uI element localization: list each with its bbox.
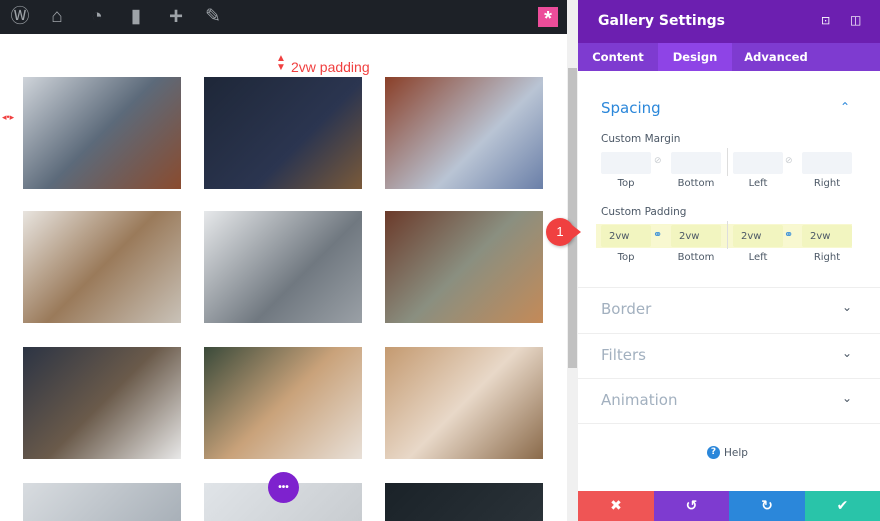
save-button[interactable]: ✔ (805, 491, 880, 521)
horizontal-arrow-icon: ◂•▸ (2, 112, 15, 122)
admin-toolbar: Ⓦ ⌂ ◔ ▮ + ✎ * (0, 0, 567, 34)
dashboard-icon[interactable]: ◔ (86, 6, 108, 28)
side-label: Right (813, 252, 841, 263)
fullscreen-icon[interactable]: ⊡ (821, 14, 830, 27)
padding-bottom-input[interactable]: 2vw (671, 225, 721, 247)
badge-arrow (572, 225, 581, 239)
help-icon[interactable]: ? (707, 446, 720, 459)
gallery-image[interactable] (385, 347, 543, 459)
side-label: Top (617, 252, 635, 263)
section-title: Animation (601, 391, 678, 409)
help-link[interactable]: Help (724, 447, 748, 459)
divider (727, 148, 728, 176)
chevron-down-icon: ⌄ (841, 300, 852, 314)
cancel-button[interactable]: ✖ (578, 491, 654, 521)
section-animation[interactable]: Animation ⌄ (578, 378, 880, 424)
link-icon[interactable]: ⚭ (784, 228, 793, 241)
scrollbar-thumb[interactable] (568, 68, 577, 368)
gallery-image[interactable] (204, 211, 362, 323)
plus-icon[interactable]: + (165, 5, 187, 29)
gallery-image[interactable] (385, 483, 543, 521)
settings-panel: Gallery Settings ⊡ ◫ Content Design Adva… (578, 0, 880, 521)
padding-annotation: 2vw padding (291, 59, 370, 75)
section-title: Filters (601, 346, 646, 364)
padding-top-input[interactable]: 2vw (601, 225, 651, 247)
panel-title: Gallery Settings (598, 13, 726, 29)
margin-left-input[interactable] (733, 152, 783, 174)
side-label: Left (748, 252, 768, 263)
link-icon[interactable]: ⚭ (653, 228, 662, 241)
undo-button[interactable]: ↺ (654, 491, 729, 521)
margin-top-input[interactable] (601, 152, 651, 174)
side-label: Left (748, 178, 768, 189)
custom-margin-label: Custom Margin (601, 133, 681, 145)
comment-icon[interactable]: ▮ (125, 6, 147, 28)
panel-header: Gallery Settings (578, 0, 880, 43)
split-view-icon[interactable]: ◫ (850, 13, 861, 27)
tab-advanced[interactable]: Advanced (732, 43, 820, 71)
margin-bottom-input[interactable] (671, 152, 721, 174)
side-label: Bottom (677, 252, 715, 263)
side-label: Right (813, 178, 841, 189)
gallery-image[interactable] (385, 211, 543, 323)
padding-left-input[interactable]: 2vw (733, 225, 783, 247)
chevron-down-icon: ⌄ (841, 391, 852, 405)
gallery-image[interactable] (23, 77, 181, 189)
side-label: Top (617, 178, 635, 189)
builder-button[interactable]: * (538, 7, 558, 30)
gallery-image[interactable] (23, 483, 181, 521)
section-border[interactable]: Border ⌄ (578, 287, 880, 333)
gallery-image[interactable] (23, 347, 181, 459)
chevron-down-icon: ⌄ (841, 346, 852, 360)
padding-right-input[interactable]: 2vw (802, 225, 852, 247)
margin-right-input[interactable] (802, 152, 852, 174)
side-label: Bottom (677, 178, 715, 189)
divider (727, 221, 728, 249)
panel-tabs: Content Design Advanced (578, 43, 880, 71)
tab-content[interactable]: Content (578, 43, 658, 71)
section-title: Border (601, 300, 652, 318)
gallery-image[interactable] (204, 347, 362, 459)
redo-button[interactable]: ↻ (729, 491, 805, 521)
more-options-button[interactable]: ••• (268, 472, 299, 503)
gallery-canvas: ▲ ▼ 2vw padding ◂•▸ ••• (0, 34, 567, 521)
gallery-image[interactable] (23, 211, 181, 323)
vertical-arrow-icon: ▲ ▼ (276, 53, 286, 73)
step-badge: 1 (546, 218, 574, 246)
tab-design[interactable]: Design (658, 43, 732, 71)
sites-icon[interactable]: ⌂ (46, 6, 68, 28)
custom-padding-label: Custom Padding (601, 206, 687, 218)
gallery-image[interactable] (385, 77, 543, 189)
gallery-image[interactable] (204, 77, 362, 189)
pencil-icon[interactable]: ✎ (202, 6, 224, 28)
unlink-icon[interactable]: ⊘ (654, 156, 662, 166)
spacing-title[interactable]: Spacing (601, 99, 661, 117)
unlink-icon[interactable]: ⊘ (785, 156, 793, 166)
chevron-up-icon[interactable]: ⌃ (840, 100, 850, 114)
wordpress-icon[interactable]: Ⓦ (9, 6, 31, 28)
section-filters[interactable]: Filters ⌄ (578, 333, 880, 379)
